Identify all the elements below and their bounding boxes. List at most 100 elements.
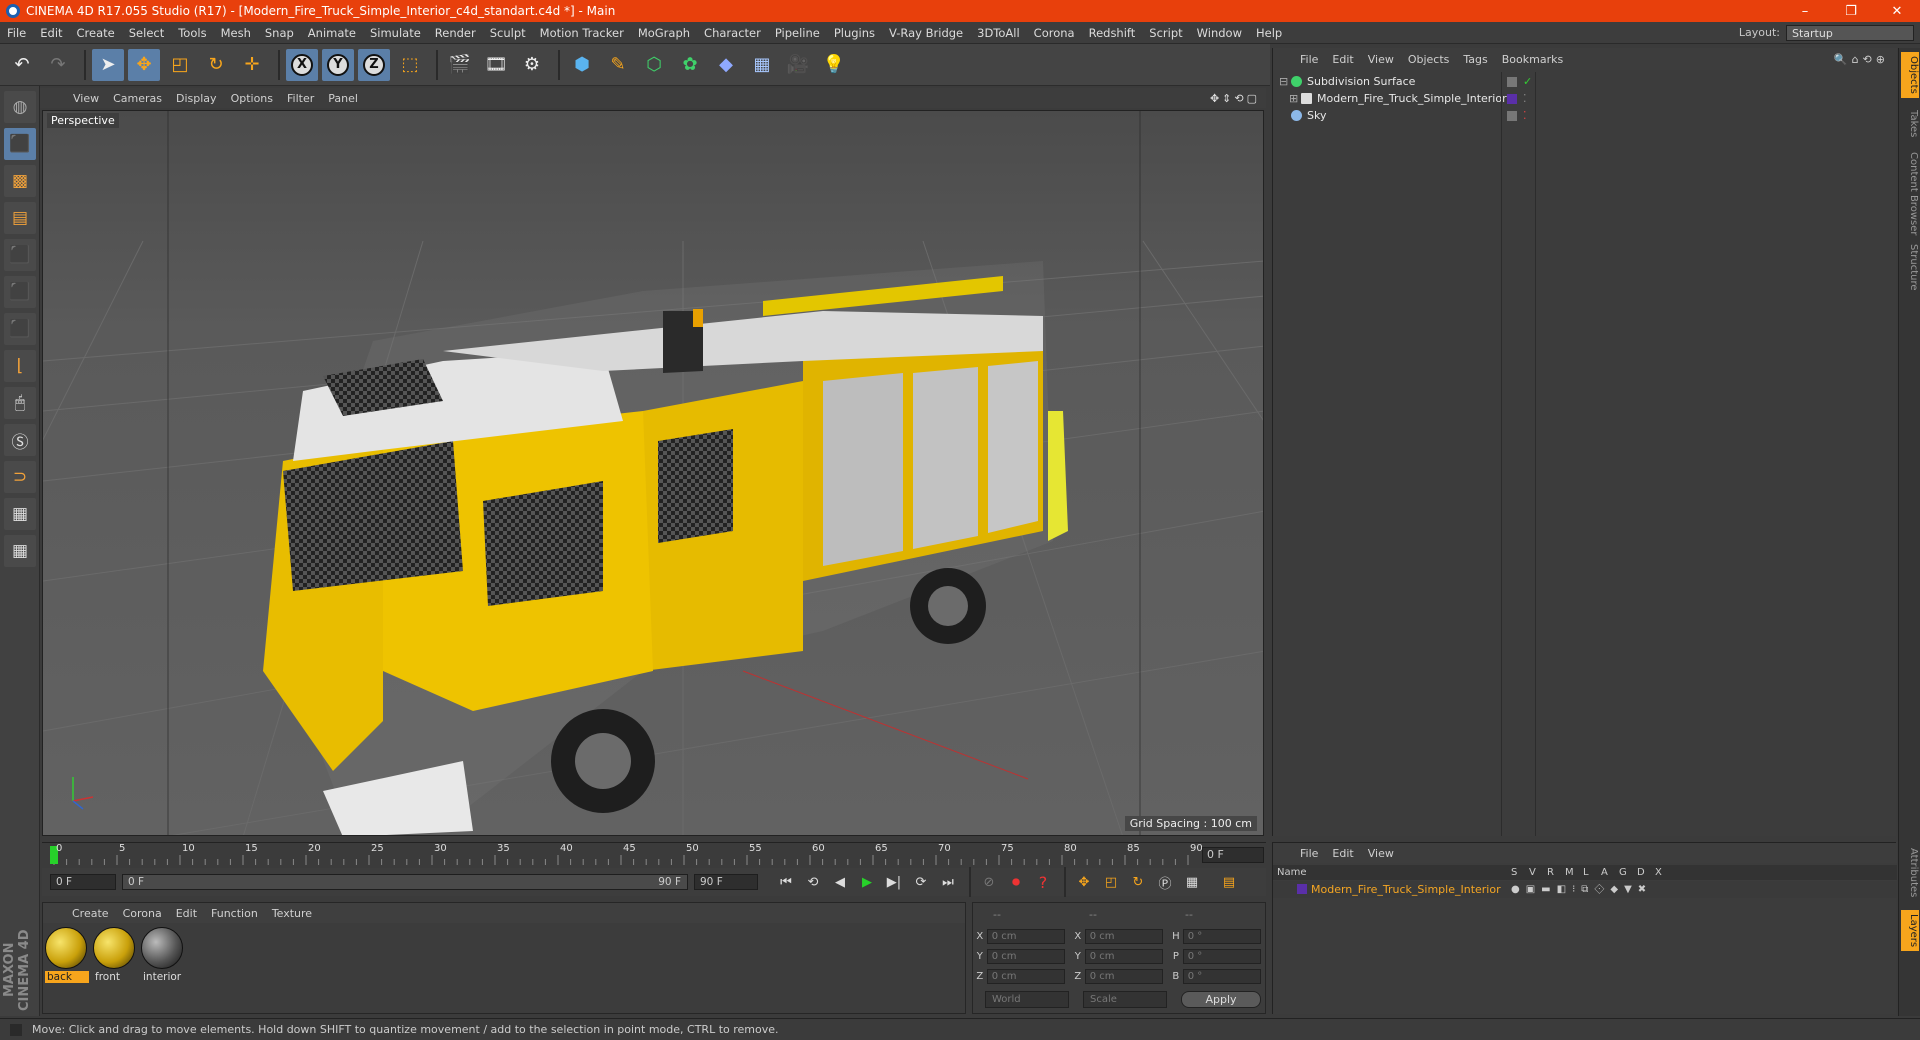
tab-layers[interactable]: Layers	[1901, 910, 1919, 952]
edit-render-settings-icon[interactable]: ⚙	[516, 49, 548, 81]
size-z-field[interactable]: 0 cm	[1084, 968, 1163, 984]
menu-redshift[interactable]: Redshift	[1082, 26, 1143, 40]
menu-simulate[interactable]: Simulate	[363, 26, 428, 40]
menu-snap[interactable]: Snap	[258, 26, 301, 40]
move-tool-icon[interactable]: ✥	[128, 48, 160, 81]
scale-tool-icon[interactable]: ◰	[164, 49, 196, 81]
object-menu-edit[interactable]: Edit	[1325, 53, 1360, 66]
light-icon[interactable]: 💡	[818, 49, 850, 81]
go-to-start-icon[interactable]: ⏮	[774, 871, 798, 893]
position-z-field[interactable]: 0 cm	[986, 968, 1065, 984]
viewport-menu-filter[interactable]: Filter	[280, 92, 321, 105]
tab-objects[interactable]: Objects	[1901, 52, 1919, 98]
material-menu-create[interactable]: Create	[65, 907, 116, 920]
layer-menu-view[interactable]: View	[1361, 847, 1401, 860]
menu-help[interactable]: Help	[1249, 26, 1289, 40]
rotation-p-field[interactable]: 0 °	[1182, 948, 1261, 964]
previous-key-icon[interactable]: ⟲	[801, 871, 825, 893]
render-to-picture-viewer-icon[interactable]: 🎞	[480, 49, 512, 81]
z-axis-lock-button[interactable]: Z	[358, 48, 390, 81]
texture-mode-icon[interactable]: ▩	[4, 165, 36, 197]
key-position-icon[interactable]: ✥	[1072, 871, 1096, 893]
snap-icon[interactable]: Ⓢ	[4, 424, 36, 456]
object-menu-bookmarks[interactable]: Bookmarks	[1495, 53, 1570, 66]
object-menu-file[interactable]: File	[1293, 53, 1325, 66]
collapse-icon[interactable]: ⊟	[1279, 75, 1288, 88]
model-mode-icon[interactable]: ⬛	[4, 128, 36, 160]
object-menu-view[interactable]: View	[1361, 53, 1401, 66]
material-menu-edit[interactable]: Edit	[169, 907, 204, 920]
points-mode-icon[interactable]: ⬛	[4, 239, 36, 271]
axis-mode-icon[interactable]: ⌊	[4, 350, 36, 382]
record-active-objects-icon[interactable]: ⏺	[1004, 871, 1028, 893]
menu-animate[interactable]: Animate	[301, 26, 363, 40]
menu-file[interactable]: File	[0, 26, 33, 40]
tab-takes[interactable]: Takes	[1901, 106, 1919, 141]
y-axis-lock-button[interactable]: Y	[322, 48, 354, 81]
end-frame-field[interactable]: 90 F	[694, 874, 758, 890]
visibility-dots-icon[interactable]: ⁚	[1523, 109, 1527, 122]
tweak-mode-icon[interactable]: 🖱	[4, 387, 36, 419]
material-menu-corona[interactable]: Corona	[116, 907, 169, 920]
redo-icon[interactable]: ↷	[42, 49, 74, 81]
key-scale-icon[interactable]: ◰	[1099, 871, 1123, 893]
viewport-navigation-icons[interactable]: ✥⇕⟲▢	[1210, 92, 1260, 105]
magnet-icon[interactable]: ⊃	[4, 461, 36, 493]
tab-structure[interactable]: Structure	[1901, 240, 1919, 295]
viewport-menu-cameras[interactable]: Cameras	[106, 92, 169, 105]
apply-button[interactable]: Apply	[1181, 991, 1261, 1008]
menu-select[interactable]: Select	[122, 26, 171, 40]
preview-range-slider[interactable]: 0 F 90 F	[122, 874, 688, 890]
close-button[interactable]: ✕	[1874, 4, 1920, 19]
edges-mode-icon[interactable]: ⬛	[4, 276, 36, 308]
viewport-menu-options[interactable]: Options	[224, 92, 280, 105]
rotation-b-field[interactable]: 0 °	[1182, 968, 1261, 984]
layer-row[interactable]: Modern_Fire_Truck_Simple_Interior ●▣▬◧⁝⧉…	[1273, 881, 1897, 898]
size-mode-dropdown[interactable]: Scale	[1083, 991, 1167, 1008]
play-forward-icon[interactable]: ▶	[855, 871, 879, 893]
menu-edit[interactable]: Edit	[33, 26, 69, 40]
start-frame-field[interactable]: 0 F	[50, 874, 116, 890]
viewport-menu-display[interactable]: Display	[169, 92, 224, 105]
coordinate-mode-dropdown[interactable]: World	[985, 991, 1069, 1008]
menu-corona[interactable]: Corona	[1027, 26, 1082, 40]
viewport-menu-view[interactable]: View	[66, 92, 106, 105]
menu-script[interactable]: Script	[1142, 26, 1189, 40]
key-parameter-icon[interactable]: Ⓟ	[1153, 871, 1177, 893]
menu-character[interactable]: Character	[697, 26, 768, 40]
layer-menu-edit[interactable]: Edit	[1325, 847, 1360, 860]
position-y-field[interactable]: 0 cm	[986, 948, 1065, 964]
menu-render[interactable]: Render	[428, 26, 483, 40]
timeline[interactable]: 0 5 10 15 20 25 30 35 40 45 50 55 60 65 70 75 80 85 90 0 F	[42, 842, 1266, 866]
camera-icon[interactable]: 🎥	[782, 49, 814, 81]
layer-color-box[interactable]	[1507, 76, 1517, 87]
record-keys-disabled-icon[interactable]: ⊘	[977, 871, 1001, 893]
material-back[interactable]: back	[45, 927, 89, 983]
layer-menu-file[interactable]: File	[1293, 847, 1325, 860]
material-menu-texture[interactable]: Texture	[265, 907, 319, 920]
layer-color-box[interactable]	[1507, 110, 1517, 121]
minimize-button[interactable]: –	[1782, 4, 1828, 19]
coordinate-system-icon[interactable]: ⬚	[394, 49, 426, 81]
transform-tool-icon[interactable]: ✛	[236, 49, 268, 81]
next-frame-icon[interactable]: ▶|	[882, 871, 906, 893]
make-editable-icon[interactable]: ◍	[4, 91, 36, 123]
maximize-button[interactable]: ❐	[1828, 4, 1874, 19]
live-selection-icon[interactable]: ➤	[92, 48, 124, 81]
menu-mograph[interactable]: MoGraph	[631, 26, 697, 40]
subdivision-surface-icon[interactable]: ⬡	[638, 49, 670, 81]
object-menu-tags[interactable]: Tags	[1456, 53, 1494, 66]
position-x-field[interactable]: 0 cm	[986, 928, 1065, 944]
menu-pipeline[interactable]: Pipeline	[768, 26, 827, 40]
menu-sculpt[interactable]: Sculpt	[483, 26, 533, 40]
object-manager-search-icon[interactable]: 🔍⌂⟲⊕	[1834, 53, 1889, 66]
floor-icon[interactable]: ▦	[746, 49, 778, 81]
tab-content-browser[interactable]: Content Browser	[1901, 148, 1919, 239]
previous-frame-icon[interactable]: ◀	[828, 871, 852, 893]
menu-plugins[interactable]: Plugins	[827, 26, 882, 40]
go-to-end-icon[interactable]: ⏭	[936, 871, 960, 893]
layout-select[interactable]: Startup	[1786, 24, 1914, 41]
current-frame-field[interactable]: 0 F	[1202, 847, 1264, 863]
enabled-check-icon[interactable]: ✓	[1523, 75, 1532, 88]
key-point-level-icon[interactable]: ▦	[1180, 871, 1204, 893]
